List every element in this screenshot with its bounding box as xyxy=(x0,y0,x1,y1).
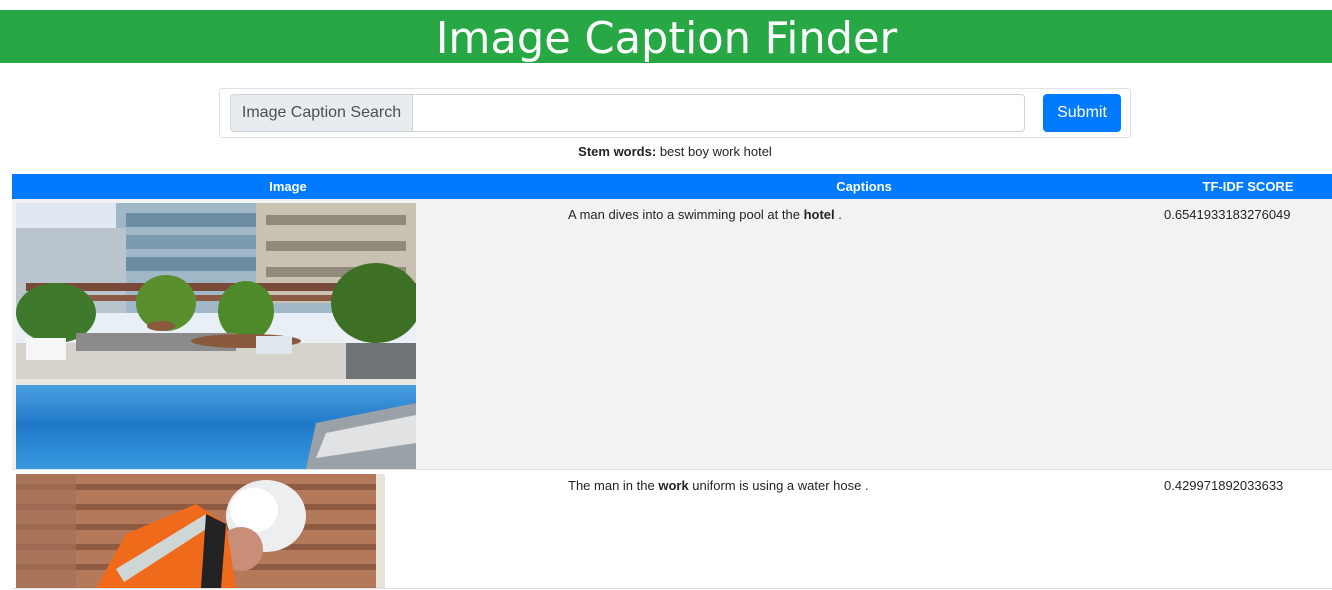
results-table: Image Captions TF-IDF SCORE A man dives … xyxy=(12,174,1332,589)
stem-words-value: best boy work hotel xyxy=(659,144,772,159)
caption-text-part: A man dives into a swimming pool at the xyxy=(568,207,804,222)
pool-diver-image xyxy=(16,203,416,469)
column-header-score: TF-IDF SCORE xyxy=(1164,174,1332,199)
stem-words-line: Stem words: best boy work hotel xyxy=(0,144,1332,159)
search-input-group: Image Caption Search xyxy=(230,94,1025,132)
image-cell xyxy=(12,470,564,589)
caption-stem-highlight: hotel xyxy=(803,207,835,222)
page-title: Image Caption Finder xyxy=(435,12,897,64)
search-card: Image Caption Search Submit xyxy=(219,88,1131,138)
caption-text-part: uniform is using a water hose . xyxy=(688,478,869,493)
column-header-captions: Captions xyxy=(564,174,1164,199)
caption-text: A man dives into a swimming pool at the … xyxy=(568,207,842,222)
table-row: A man dives into a swimming pool at the … xyxy=(12,199,1332,470)
stem-words-label: Stem words: xyxy=(578,144,657,159)
worker-image xyxy=(16,474,385,588)
image-cell xyxy=(12,199,564,470)
table-header-row: Image Captions TF-IDF SCORE xyxy=(12,174,1332,199)
search-label: Image Caption Search xyxy=(230,94,412,132)
submit-button[interactable]: Submit xyxy=(1043,94,1121,132)
column-header-image: Image xyxy=(12,174,564,199)
table-row: The man in the work uniform is using a w… xyxy=(12,469,1332,589)
caption-stem-highlight: work xyxy=(658,478,689,493)
search-input[interactable] xyxy=(412,94,1025,132)
header-banner: Image Caption Finder xyxy=(0,10,1332,63)
caption-text-part: . xyxy=(834,207,842,222)
caption-text-part: The man in the xyxy=(568,478,659,493)
caption-text: The man in the work uniform is using a w… xyxy=(568,478,869,493)
score-cell: 0.429971892033633 xyxy=(1164,478,1284,493)
score-cell: 0.6541933183276049 xyxy=(1164,207,1291,222)
caption-cell: The man in the work uniform is using a w… xyxy=(564,470,1164,589)
caption-cell: A man dives into a swimming pool at the … xyxy=(564,199,1164,470)
